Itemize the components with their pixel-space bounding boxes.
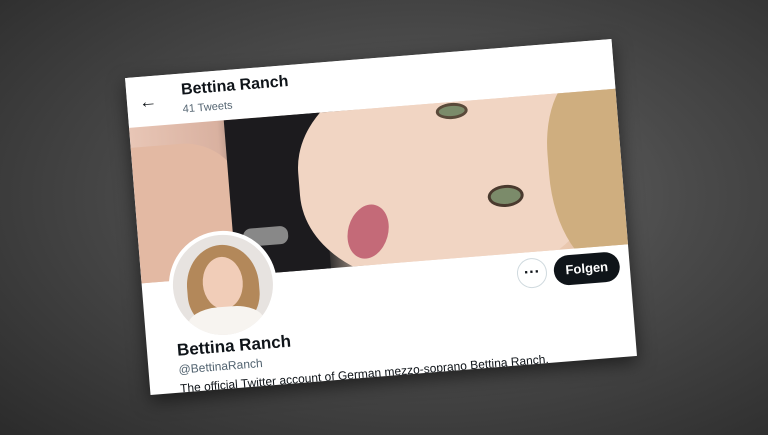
tweet-count: 41 Tweets — [182, 99, 234, 116]
profile-card: ← Bettina Ranch 41 Tweets ··· Folgen Bet… — [125, 38, 637, 396]
more-options-icon: ··· — [523, 263, 541, 282]
follow-button[interactable]: Folgen — [552, 251, 621, 287]
back-button[interactable]: ← — [136, 89, 160, 113]
header-account-name: Bettina Ranch — [180, 73, 290, 99]
arrow-left-icon: ← — [138, 90, 158, 113]
more-options-button[interactable]: ··· — [515, 256, 549, 290]
